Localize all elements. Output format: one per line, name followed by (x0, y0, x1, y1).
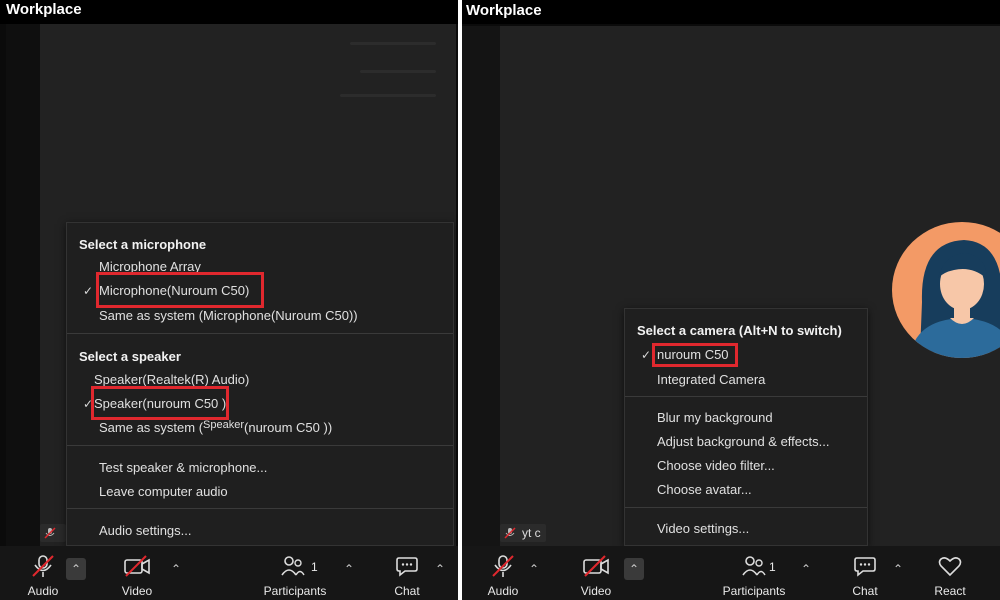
video-off-icon (124, 555, 150, 577)
check-icon: ✓ (641, 348, 652, 362)
chevron-up-icon: ⌃ (800, 562, 812, 576)
mic-option-same-as-system[interactable]: Same as system (Microphone(Nuroum C50)) (99, 308, 358, 323)
chevron-up-icon: ⌃ (434, 562, 446, 576)
chat-icon (854, 557, 876, 577)
video-off-icon (583, 555, 609, 577)
audio-button[interactable]: Audio (476, 546, 530, 600)
chevron-up-icon: ⌃ (892, 562, 904, 576)
chevron-up-icon: ⌃ (70, 562, 82, 576)
speaker-option-same-as-system[interactable]: Same as system (Speaker(nuroum C50 )) (99, 419, 332, 435)
participants-count: 1 (311, 560, 318, 574)
blur-background-option[interactable]: Blur my background (657, 410, 773, 425)
microphone-muted-icon (504, 527, 516, 539)
adjust-background-option[interactable]: Adjust background & effects... (657, 434, 829, 449)
speaker-option-realtek[interactable]: Speaker(Realtek(R) Audio) (94, 372, 249, 387)
camera-section-header: Select a camera (Alt+N to switch) (637, 323, 842, 338)
speaker-section-header: Select a speaker (79, 349, 181, 364)
video-options-caret[interactable]: ⌃ (624, 558, 644, 580)
microphone-section-header: Select a microphone (79, 237, 207, 252)
audio-settings-option[interactable]: Audio settings... (99, 523, 192, 538)
meeting-toolbar: Audio ⌃ Video ⌃ Participants 1 ⌃ (0, 546, 458, 600)
menu-divider (67, 508, 453, 509)
app-title: Workplace (462, 0, 1000, 24)
menu-divider (67, 333, 453, 334)
microphone-muted-icon (492, 555, 514, 577)
left-meeting-window: Workplace y Select a microphone Micropho… (0, 0, 458, 600)
chat-button[interactable]: Chat (846, 546, 884, 600)
camera-option-integrated[interactable]: Integrated Camera (657, 372, 765, 387)
chevron-up-icon: ⌃ (528, 562, 540, 576)
chat-options-caret[interactable]: ⌃ (888, 558, 908, 580)
chevron-up-icon: ⌃ (343, 562, 355, 576)
heart-icon (938, 557, 962, 577)
blurred-content (360, 70, 436, 73)
chat-options-caret[interactable]: ⌃ (430, 558, 450, 580)
chevron-up-icon: ⌃ (170, 562, 182, 576)
highlight-box (652, 343, 738, 367)
microphone-muted-icon (32, 555, 54, 577)
choose-avatar-option[interactable]: Choose avatar... (657, 482, 752, 497)
video-filter-option[interactable]: Choose video filter... (657, 458, 775, 473)
chevron-up-icon: ⌃ (628, 562, 640, 576)
audio-device-menu: Select a microphone Microphone Array ✓ M… (66, 222, 454, 546)
audio-options-caret[interactable]: ⌃ (524, 558, 544, 580)
check-icon: ✓ (83, 284, 94, 298)
participants-icon (281, 556, 305, 576)
participants-options-caret[interactable]: ⌃ (339, 558, 359, 580)
participant-name-tag: y (40, 524, 66, 558)
app-title: Workplace (0, 0, 458, 24)
react-button[interactable]: React (930, 546, 970, 600)
menu-divider (625, 507, 867, 508)
blurred-content (340, 94, 436, 97)
video-options-caret[interactable]: ⌃ (166, 558, 186, 580)
blurred-content (350, 42, 436, 45)
chat-icon (396, 557, 418, 577)
menu-divider (67, 445, 453, 446)
meeting-toolbar: Audio ⌃ Video ⌃ Participants 1 ⌃ (462, 546, 1000, 600)
audio-options-caret[interactable]: ⌃ (66, 558, 86, 580)
participant-name-tag: yt c (500, 524, 546, 542)
video-button[interactable]: Video (570, 546, 622, 600)
video-side-strip (6, 24, 40, 546)
video-settings-option[interactable]: Video settings... (657, 521, 749, 536)
participants-count: 1 (769, 560, 776, 574)
leave-computer-audio-option[interactable]: Leave computer audio (99, 484, 228, 499)
video-side-strip (462, 26, 500, 546)
video-device-menu: Select a camera (Alt+N to switch) ✓ nuro… (624, 308, 868, 546)
participants-button[interactable]: Participants (716, 546, 792, 600)
audio-button[interactable]: Audio (16, 546, 70, 600)
test-speaker-mic-option[interactable]: Test speaker & microphone... (99, 460, 267, 475)
participants-options-caret[interactable]: ⌃ (796, 558, 816, 580)
participants-icon (742, 556, 766, 576)
highlight-box (96, 272, 264, 308)
chat-button[interactable]: Chat (388, 546, 426, 600)
right-meeting-window: Workplace yt c Select a camera (Alt+N to… (462, 0, 1000, 600)
menu-divider (625, 396, 867, 397)
microphone-muted-icon (44, 527, 56, 539)
highlight-box (91, 386, 229, 420)
participants-button[interactable]: Participants (258, 546, 332, 600)
video-button[interactable]: Video (112, 546, 162, 600)
